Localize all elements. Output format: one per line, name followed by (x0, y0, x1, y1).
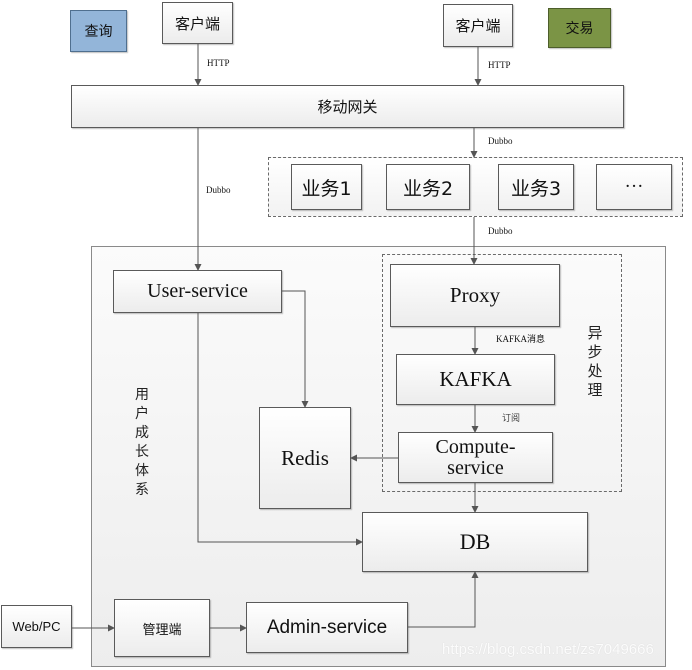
connectors (72, 44, 482, 632)
arrow-user-service-to-redis (282, 290, 309, 408)
arrow-admin-service-to-db (408, 571, 479, 628)
arrow-user-service-to-db (197, 313, 363, 546)
